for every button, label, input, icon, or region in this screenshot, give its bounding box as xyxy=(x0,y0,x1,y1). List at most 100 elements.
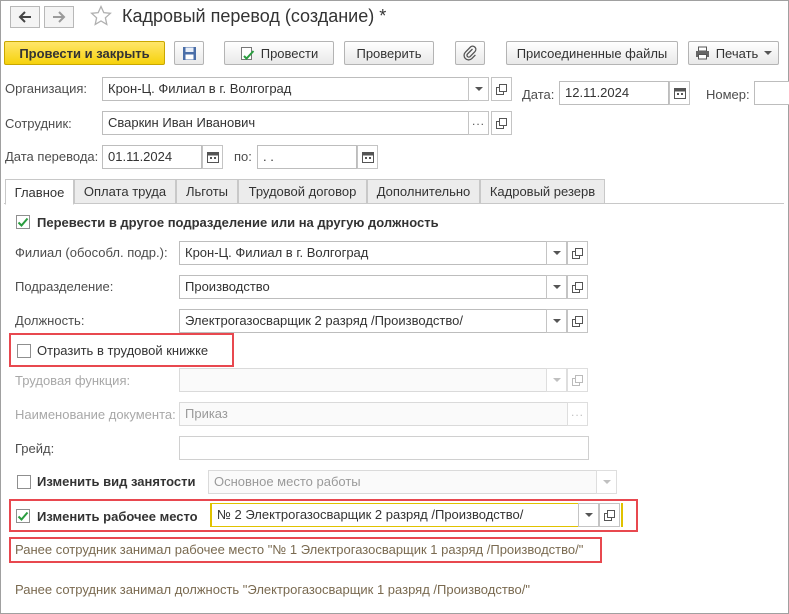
number-field[interactable] xyxy=(754,81,789,105)
grade-label: Грейд: xyxy=(15,441,55,456)
labor-function-label: Трудовая функция: xyxy=(15,373,131,388)
dropdown-arrow-icon xyxy=(552,378,561,382)
select-dots-icon: ... xyxy=(570,405,584,419)
favorite-button[interactable] xyxy=(89,4,113,31)
date-label: Дата: xyxy=(522,87,555,102)
transfer-checkbox-label: Перевести в другое подразделение или на … xyxy=(37,215,439,230)
to-date-field[interactable]: . . xyxy=(257,145,357,169)
window-title: Кадровый перевод (создание) * xyxy=(122,6,387,26)
workplace-checkbox[interactable] xyxy=(16,509,30,523)
organization-field[interactable]: Крон-Ц. Филиал в г. Волгоград xyxy=(102,77,469,101)
department-field[interactable]: Производство xyxy=(179,275,547,299)
dropdown-arrow-icon xyxy=(552,285,561,289)
date-calendar-button[interactable] xyxy=(669,81,690,105)
save-button[interactable] xyxy=(174,41,204,65)
post-and-close-button[interactable]: Провести и закрыть xyxy=(4,41,165,65)
printer-icon xyxy=(695,46,709,60)
open-form-icon xyxy=(496,83,507,95)
tab-main[interactable]: Главное xyxy=(5,179,74,205)
position-open-button[interactable] xyxy=(567,309,588,333)
checkmark-icon xyxy=(17,217,29,227)
open-form-icon xyxy=(604,509,615,521)
print-button[interactable]: Печать xyxy=(688,41,779,65)
dropdown-arrow-icon xyxy=(552,251,561,255)
date-field[interactable]: 12.11.2024 xyxy=(559,81,669,105)
calendar-icon xyxy=(673,88,686,99)
grade-field[interactable] xyxy=(179,436,589,460)
workplace-field[interactable]: № 2 Электрогазосварщик 2 разряд /Произво… xyxy=(210,503,578,527)
checkmark-icon xyxy=(17,511,29,521)
dropdown-arrow-icon xyxy=(584,513,593,517)
tab-labor-contract[interactable]: Трудовой договор xyxy=(238,179,367,204)
post-document-icon xyxy=(240,46,254,60)
forward-arrow-icon xyxy=(53,11,66,23)
open-form-icon xyxy=(572,281,583,293)
labor-function-open-button[interactable] xyxy=(567,368,588,392)
forward-button[interactable] xyxy=(44,6,74,28)
transfer-date-calendar-button[interactable] xyxy=(202,145,223,169)
department-open-button[interactable] xyxy=(567,275,588,299)
employee-open-button[interactable] xyxy=(491,111,512,135)
post-button-label: Провести xyxy=(260,45,319,61)
post-button[interactable]: Провести xyxy=(224,41,334,65)
select-dots-icon: ... xyxy=(471,114,485,128)
favorite-star-icon xyxy=(90,4,112,26)
position-label: Должность: xyxy=(15,313,85,328)
branch-dropdown-button[interactable] xyxy=(546,241,567,265)
branch-field[interactable]: Крон-Ц. Филиал в г. Волгоград xyxy=(179,241,547,265)
position-field[interactable]: Электрогазосварщик 2 разряд /Производств… xyxy=(179,309,547,333)
branch-open-button[interactable] xyxy=(567,241,588,265)
to-date-calendar-button[interactable] xyxy=(357,145,378,169)
prev-workplace-note: Ранее сотрудник занимал рабочее место "№… xyxy=(15,542,584,557)
back-arrow-icon xyxy=(18,11,31,23)
chevron-down-icon xyxy=(764,51,773,55)
tab-payroll[interactable]: Оплата труда xyxy=(74,179,176,204)
tab-benefits[interactable]: Льготы xyxy=(176,179,238,204)
prev-position-note: Ранее сотрудник занимал должность "Элект… xyxy=(15,582,530,597)
employment-type-checkbox-label: Изменить вид занятости xyxy=(37,474,196,489)
organization-label: Организация: xyxy=(5,81,88,96)
number-label: Номер: xyxy=(706,87,750,102)
department-dropdown-button[interactable] xyxy=(546,275,567,299)
calendar-icon xyxy=(361,152,374,163)
doc-name-field[interactable]: Приказ xyxy=(179,402,569,426)
employee-label: Сотрудник: xyxy=(5,116,72,131)
dropdown-arrow-icon xyxy=(552,319,561,323)
workplace-checkbox-label: Изменить рабочее место xyxy=(37,509,198,524)
branch-label: Филиал (обособл. подр.): xyxy=(15,245,168,260)
tab-personnel-reserve[interactable]: Кадровый резерв xyxy=(480,179,605,204)
back-button[interactable] xyxy=(10,6,40,28)
position-dropdown-button[interactable] xyxy=(546,309,567,333)
attached-files-button[interactable]: Присоединенные файлы xyxy=(506,41,678,65)
attach-button[interactable] xyxy=(455,41,485,65)
transfer-date-label: Дата перевода: xyxy=(5,149,99,164)
open-form-icon xyxy=(572,247,583,259)
employee-field[interactable]: Сваркин Иван Иванович xyxy=(102,111,469,135)
organization-dropdown-button[interactable] xyxy=(468,77,489,101)
department-label: Подразделение: xyxy=(15,279,114,294)
workplace-dropdown-button[interactable] xyxy=(578,503,599,527)
organization-open-button[interactable] xyxy=(491,77,512,101)
employment-type-checkbox[interactable] xyxy=(17,475,31,489)
workplace-open-button[interactable] xyxy=(599,503,620,527)
tab-additional[interactable]: Дополнительно xyxy=(367,179,480,204)
work-book-checkbox-label: Отразить в трудовой книжке xyxy=(37,343,209,358)
employee-select-button[interactable]: ... xyxy=(468,111,489,135)
check-button[interactable]: Проверить xyxy=(344,41,434,65)
open-form-icon xyxy=(572,315,583,327)
dropdown-arrow-icon xyxy=(602,480,611,484)
doc-name-select-button[interactable]: ... xyxy=(567,402,588,426)
to-date-label: по: xyxy=(234,149,252,164)
labor-function-dropdown-button[interactable] xyxy=(546,368,567,392)
transfer-date-field[interactable]: 01.11.2024 xyxy=(102,145,202,169)
transfer-checkbox[interactable] xyxy=(16,215,30,229)
employment-type-dropdown-button[interactable] xyxy=(596,470,617,494)
work-book-checkbox[interactable] xyxy=(17,344,31,358)
dropdown-arrow-icon xyxy=(474,87,483,91)
save-icon xyxy=(182,46,196,60)
labor-function-field[interactable] xyxy=(179,368,547,392)
calendar-icon xyxy=(206,152,219,163)
open-form-icon xyxy=(572,374,583,386)
employment-type-field[interactable]: Основное место работы xyxy=(208,470,598,494)
open-form-icon xyxy=(496,117,507,129)
